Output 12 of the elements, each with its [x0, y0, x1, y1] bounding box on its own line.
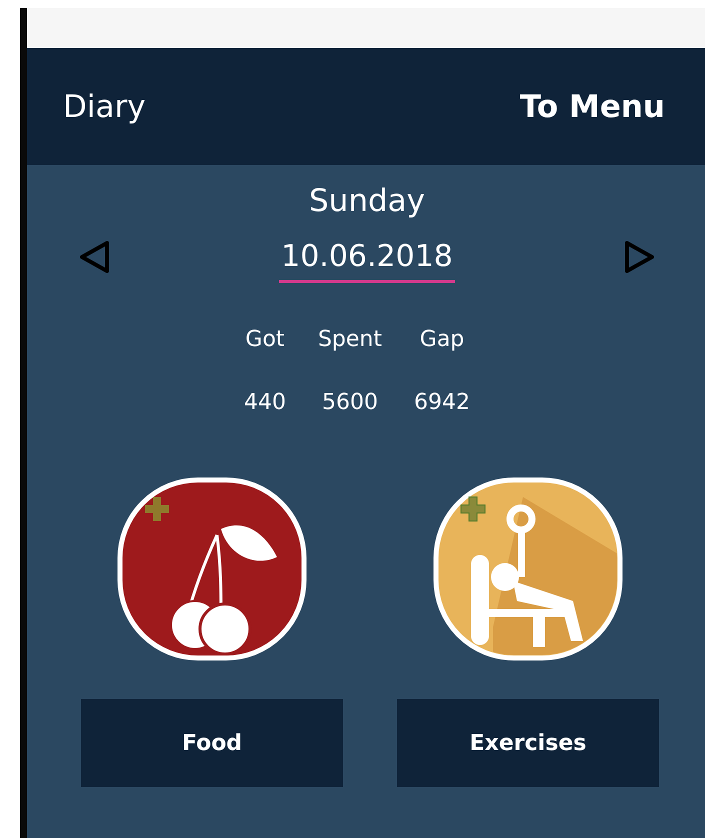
exercise-button[interactable]: Exercises — [397, 699, 659, 787]
stat-value: 6942 — [414, 390, 470, 415]
stat-label: Spent — [318, 327, 382, 352]
stat-label: Gap — [420, 327, 464, 352]
menu-link[interactable]: To Menu — [520, 88, 665, 124]
weekday-label: Sunday — [309, 183, 425, 219]
stat-value: 5600 — [322, 390, 378, 415]
stat-value: 440 — [244, 390, 286, 415]
screen-title: Diary — [63, 88, 146, 124]
food-button[interactable]: Food — [81, 699, 343, 787]
stat-label: Got — [245, 327, 285, 352]
date-field[interactable]: 10.06.2018 — [279, 239, 455, 283]
